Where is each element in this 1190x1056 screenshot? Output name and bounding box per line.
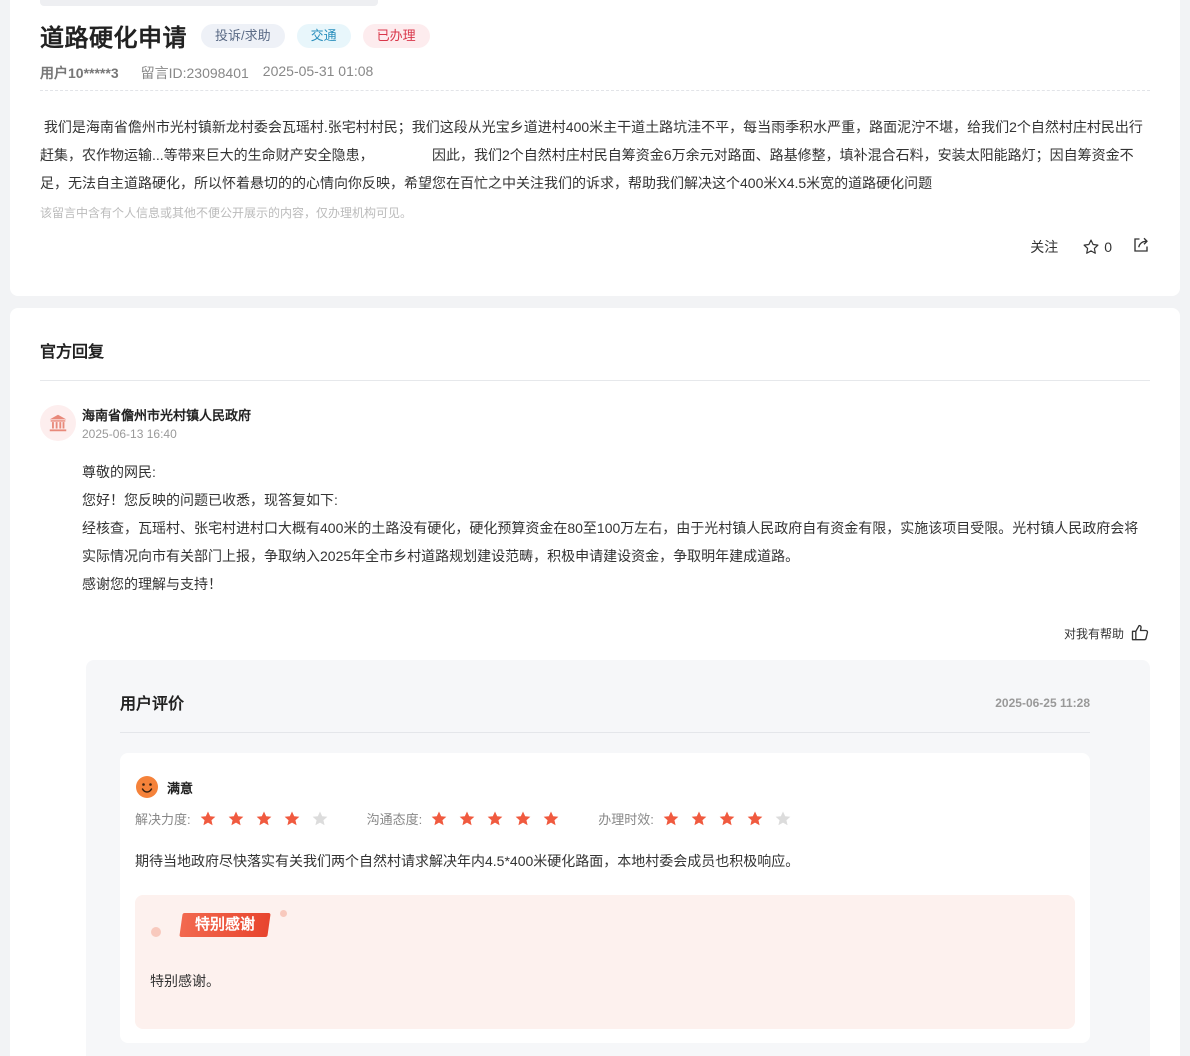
reply-content: 尊敬的网民: 您好！您反映的问题已收悉，现答复如下: 经核查，瓦瑶村、张宅村进村… [82,458,1152,598]
satisfaction-label: 满意 [167,780,194,796]
star-empty-icon [312,811,327,825]
message-card: 道路硬化申请 投诉/求助 交通 已办理 用户10*****3 留言ID:2309… [10,0,1180,296]
top-strip [40,0,378,6]
star-empty-icon [775,811,791,825]
tag-status: 已办理 [362,23,430,48]
rating-group: 办理时效: [598,809,802,828]
reply-paragraph: 感谢您的理解与支持！ [82,576,222,592]
star-outline-icon [1083,239,1099,254]
message-title: 道路硬化申请 [40,25,187,52]
star-filled-icon [200,811,215,825]
rating-label: 解决力度: [135,812,191,827]
message-actions: 关注 0 [1030,236,1150,257]
star-rating [199,810,339,828]
star-filled-icon [719,811,735,825]
meta-user: 用户10*****3 [40,65,119,81]
star-filled-icon [284,811,299,825]
message-content: 我们是海南省儋州市光村镇新龙村委会瓦瑶村.张宅村村民；我们这段从光宝乡道进村40… [40,119,1143,191]
share-button[interactable] [1132,236,1150,257]
evaluation-time: 2025-06-25 11:28 [995,696,1090,710]
thumbs-up-icon [1131,624,1149,641]
divider [40,90,1150,91]
title-row: 道路硬化申请 投诉/求助 交通 已办理 [40,18,430,53]
reply-paragraph: 经核查，瓦瑶村、张宅村进村口大概有400米的土路没有硬化，硬化预算资金在80至1… [82,520,1139,564]
star-rating [430,810,570,828]
decor-dot [151,927,161,937]
star-filled-icon [663,811,679,825]
privacy-note: 该留言中含有个人信息或其他不便公开展示的内容，仅办理机构可见。 [40,206,413,220]
org-name: 海南省儋州市光村镇人民政府 [82,408,252,423]
special-thanks-box: 特别感谢 特别感谢。 [135,895,1075,1029]
reply-paragraph: 您好！您反映的问题已收悉，现答复如下: [82,492,338,508]
star-button[interactable]: 0 [1082,238,1112,256]
decor-dot [280,910,287,917]
star-count: 0 [1104,238,1112,255]
star-filled-icon [487,811,503,825]
government-building-icon [40,405,76,441]
smiley-face-icon [136,776,158,798]
rating-group: 沟通态度: [367,809,571,828]
star-filled-icon [543,811,559,825]
divider [40,380,1150,381]
meta-message-id: 留言ID:23098401 [140,65,249,81]
evaluation-comment: 期待当地政府尽快落实有关我们两个自然村请求解决年内4.5*400米硬化路面，本地… [135,853,800,869]
follow-button[interactable]: 关注 [1030,237,1058,257]
star-filled-icon [691,811,707,825]
star-filled-icon [515,811,531,825]
satisfaction-row: 满意 [135,775,193,799]
meta-row: 用户10*****3 留言ID:23098401 2025-05-31 01:0… [40,63,373,83]
tag-category[interactable]: 交通 [296,23,351,48]
user-evaluation: 用户评价 2025-06-25 11:28 满意 解决力度: 沟通态度: 办理时… [86,660,1150,1056]
evaluation-card: 满意 解决力度: 沟通态度: 办理时效: 期待当地政府尽快落实有关我们两个自然村… [120,753,1090,1043]
star-filled-icon [459,811,475,825]
divider [120,732,1090,733]
star-filled-icon [228,811,243,825]
special-thanks-badge: 特别感谢 [179,913,271,937]
reply-section-title: 官方回复 [40,344,105,361]
special-thanks-text: 特别感谢。 [150,973,220,989]
helpful-label: 对我有帮助 [1063,626,1124,641]
rating-label: 沟通态度: [366,812,423,827]
star-filled-icon [256,811,271,825]
share-icon [1134,237,1148,252]
meta-time: 2025-05-31 01:08 [262,63,374,79]
rating-label: 办理时效: [598,812,654,827]
rating-group: 解决力度: [135,809,339,828]
star-filled-icon [747,811,763,825]
reply-card: 官方回复 海南省儋州市光村镇人民政府 2025-06-13 16:40 尊敬的网… [10,308,1180,1056]
helpful-button[interactable]: 对我有帮助 [1064,623,1150,643]
tag-type[interactable]: 投诉/求助 [201,23,285,48]
evaluation-title: 用户评价 [120,696,185,713]
reply-paragraph: 尊敬的网民: [82,464,156,480]
star-rating [662,810,802,828]
reply-time: 2025-06-13 16:40 [82,427,177,441]
ratings-row: 解决力度: 沟通态度: 办理时效: [135,809,830,828]
star-filled-icon [431,811,447,825]
